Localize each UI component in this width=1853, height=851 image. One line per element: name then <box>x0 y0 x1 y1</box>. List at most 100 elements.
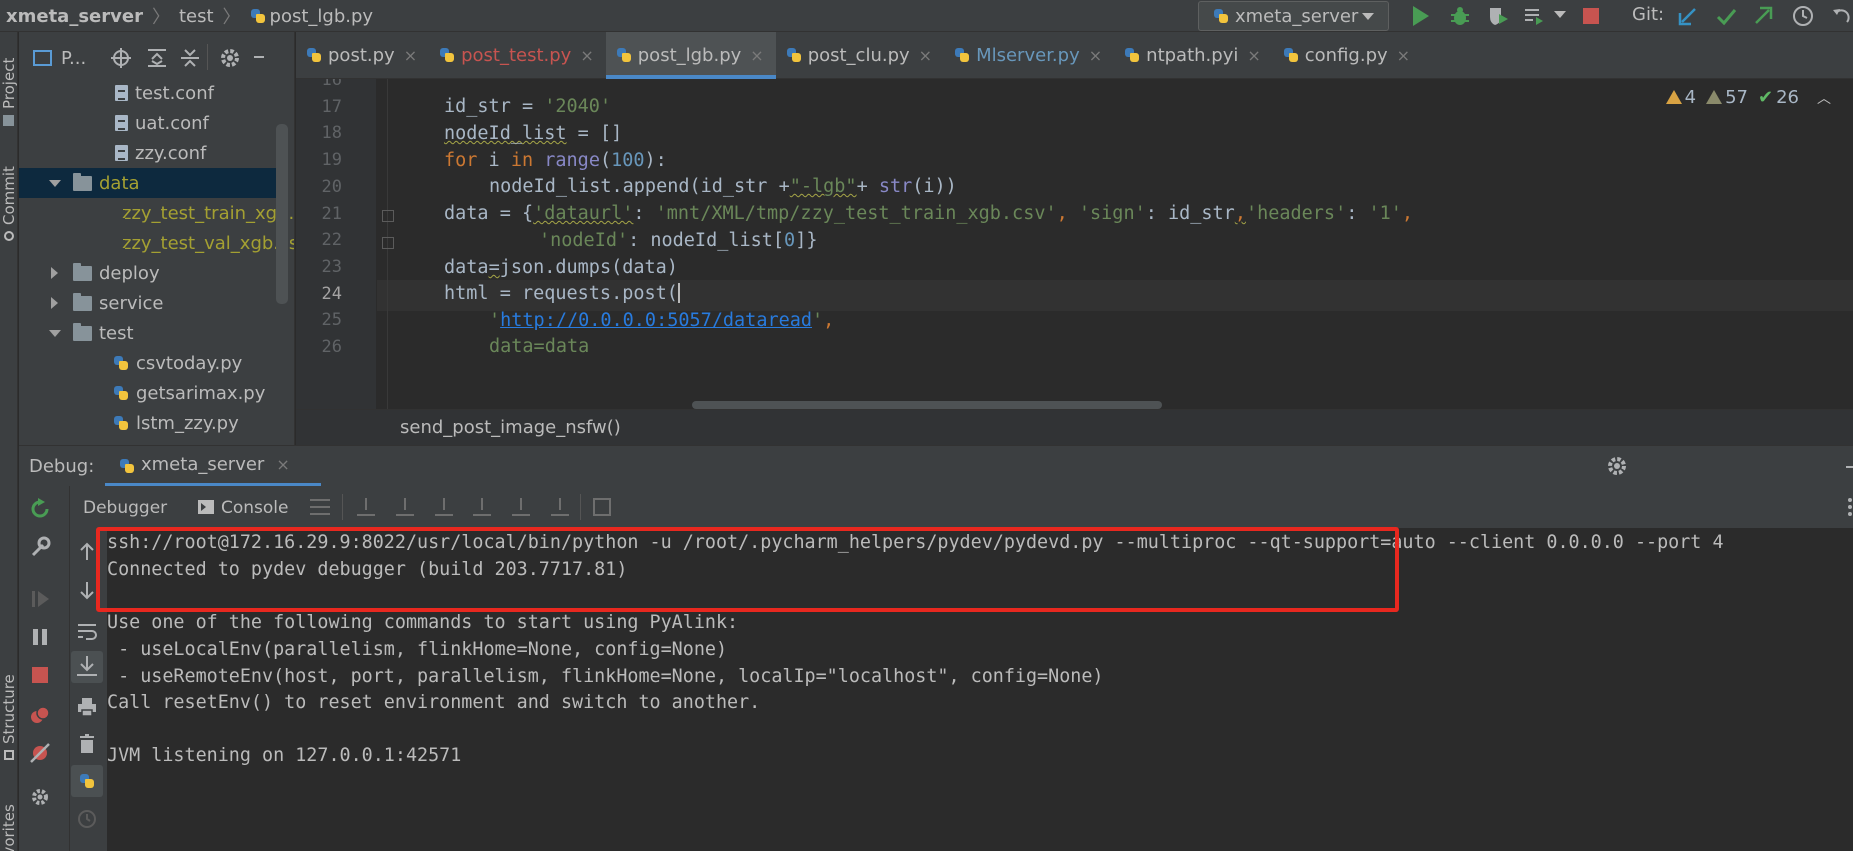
chevron-up-icon[interactable]: ︿ <box>1817 88 1831 108</box>
divider <box>342 494 343 520</box>
project-settings-button[interactable] <box>218 46 242 70</box>
fold-marker[interactable] <box>382 210 394 222</box>
console-line: - useRemoteEnv(host, port, parallelism, … <box>107 666 1104 687</box>
step-into-my-code-icon[interactable] <box>473 498 491 516</box>
project-tool-tab[interactable]: Project <box>0 46 18 138</box>
editor-tab[interactable]: Mlserver.py × <box>944 32 1114 78</box>
more-run-options-button[interactable] <box>1554 11 1566 21</box>
tree-item[interactable]: data <box>19 168 277 198</box>
project-tree-scrollbar[interactable] <box>276 124 288 304</box>
favorites-tool-tab[interactable]: Favorites <box>0 804 18 851</box>
scroll-down-button[interactable] <box>76 580 98 602</box>
scroll-up-button[interactable] <box>76 540 98 562</box>
debugger-tab[interactable]: Debugger <box>83 498 167 518</box>
view-breakpoints-button[interactable] <box>29 704 51 726</box>
git-history-button[interactable] <box>1792 5 1814 27</box>
breadcrumb-folder[interactable]: test <box>179 6 214 27</box>
collapse-all-icon <box>181 49 199 67</box>
structure-tool-tab[interactable]: Structure <box>0 662 18 772</box>
hide-panel-button[interactable] <box>1846 466 1853 468</box>
run-button[interactable] <box>1409 5 1431 27</box>
tree-item[interactable]: zzy_test_val_xgb.csv <box>19 228 294 258</box>
tree-item[interactable]: zzy_test_train_xgb.csv <box>19 198 294 228</box>
pause-button[interactable] <box>29 626 51 648</box>
menu-icon[interactable] <box>310 499 330 515</box>
tree-item[interactable]: test <box>19 318 277 348</box>
profile-run-button[interactable] <box>1523 5 1545 27</box>
resume-button[interactable] <box>29 588 51 610</box>
stop-button[interactable] <box>29 664 51 686</box>
rerun-button[interactable] <box>29 498 51 520</box>
clear-all-button[interactable] <box>76 733 98 755</box>
inspection-widget[interactable]: 4 57 ✔ 26 ︿ <box>1665 87 1831 108</box>
editor-tab[interactable]: post_test.py × <box>429 32 606 78</box>
collapse-all-button[interactable] <box>179 47 201 69</box>
commit-tool-tab[interactable]: Commit <box>0 158 18 250</box>
chevron-down-icon[interactable] <box>49 180 61 187</box>
step-into-icon[interactable] <box>435 498 453 516</box>
git-rollback-button[interactable] <box>1831 5 1853 27</box>
project-view-title[interactable]: P... <box>61 48 86 69</box>
close-icon[interactable]: × <box>1089 46 1102 65</box>
editor-horizontal-scrollbar[interactable] <box>692 401 1162 409</box>
close-icon[interactable]: × <box>580 46 593 65</box>
breadcrumb-project[interactable]: xmeta_server <box>6 6 143 27</box>
tree-item[interactable]: service <box>19 288 277 318</box>
stop-button[interactable] <box>1580 5 1602 27</box>
code-url-link[interactable]: http://0.0.0.0:5057/dataread <box>500 310 812 331</box>
debug-button[interactable] <box>1449 5 1471 27</box>
close-icon[interactable]: × <box>276 455 289 474</box>
tree-item[interactable]: test.conf <box>19 78 277 108</box>
tree-item[interactable]: getsarimax.py <box>19 378 277 408</box>
chevron-right-icon[interactable] <box>51 267 58 279</box>
close-icon[interactable]: × <box>919 46 932 65</box>
tree-item[interactable]: deploy <box>19 258 277 288</box>
scroll-to-end-button[interactable] <box>71 651 103 683</box>
run-configuration-select[interactable]: xmeta_server <box>1198 1 1389 31</box>
editor-tab[interactable]: post.py × <box>296 32 429 78</box>
function-breadcrumb[interactable]: send_post_image_nsfw() <box>400 417 621 438</box>
git-push-button[interactable] <box>1752 5 1774 27</box>
tree-item[interactable]: zzy.conf <box>19 138 277 168</box>
close-icon[interactable]: × <box>1247 46 1260 65</box>
editor-tab[interactable]: config.py × <box>1273 32 1422 78</box>
close-icon[interactable]: × <box>750 46 763 65</box>
debug-settings-button[interactable] <box>29 786 51 808</box>
gear-icon <box>221 49 239 67</box>
mute-breakpoints-button[interactable] <box>29 742 51 764</box>
console-tab[interactable]: Console <box>198 498 289 518</box>
tree-item-label: lstm_zzy.py <box>136 412 239 434</box>
fold-marker[interactable] <box>382 237 394 249</box>
chevron-right-icon[interactable] <box>51 297 58 309</box>
editor-tab[interactable]: post_lgb.py × <box>605 32 776 79</box>
expand-all-button[interactable] <box>146 47 168 69</box>
print-button[interactable] <box>76 696 98 718</box>
chevron-down-icon[interactable] <box>49 330 61 337</box>
run-to-cursor-icon[interactable] <box>551 498 569 516</box>
debug-session-tab[interactable]: xmeta_server × <box>105 446 321 486</box>
evaluate-expression-icon[interactable] <box>593 498 611 516</box>
more-options-icon[interactable] <box>1848 498 1853 516</box>
step-over-icon[interactable] <box>396 498 414 516</box>
show-execution-point-icon[interactable] <box>357 498 375 516</box>
python-console-button[interactable] <box>71 765 103 797</box>
debug-settings-button[interactable] <box>1605 454 1629 478</box>
step-out-icon[interactable] <box>512 498 530 516</box>
breadcrumb-file[interactable]: post_lgb.py <box>270 6 374 27</box>
editor-tab[interactable]: ntpath.pyi × <box>1114 32 1273 78</box>
close-icon[interactable]: × <box>1397 46 1410 65</box>
code-editor[interactable]: 16 17 18 19 20 21 22 23 24 25 26 id_str = '2040' n… <box>296 79 1853 409</box>
settings-wrench-button[interactable] <box>29 536 51 558</box>
locate-file-button[interactable] <box>110 47 132 69</box>
tree-item[interactable]: lstm_zzy.py <box>19 408 277 438</box>
coverage-button[interactable] <box>1487 5 1509 27</box>
git-update-button[interactable] <box>1677 5 1699 27</box>
git-commit-button[interactable] <box>1715 5 1737 27</box>
tree-item[interactable]: csvtoday.py <box>19 348 277 378</box>
hide-panel-button[interactable] <box>254 56 264 58</box>
editor-tab[interactable]: post_clu.py × <box>776 32 944 78</box>
close-icon[interactable]: × <box>404 46 417 65</box>
tree-item[interactable]: uat.conf <box>19 108 277 138</box>
show-history-button[interactable] <box>76 808 98 830</box>
soft-wrap-button[interactable] <box>76 620 98 642</box>
